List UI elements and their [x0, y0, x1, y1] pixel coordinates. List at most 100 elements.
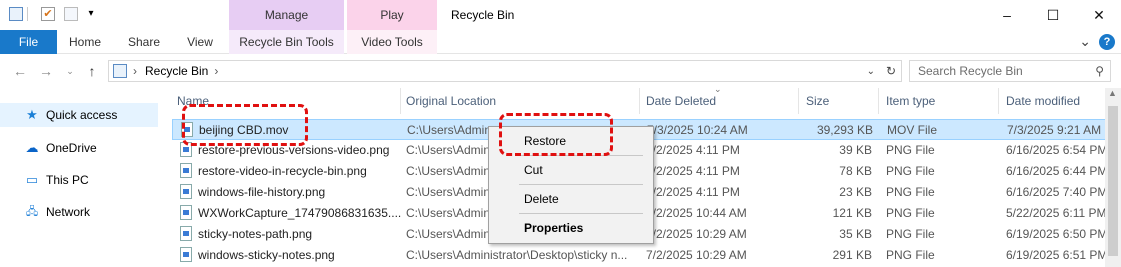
nav-label: Network: [46, 205, 91, 219]
column-header-original-location[interactable]: Original Location: [406, 88, 636, 114]
tab-share[interactable]: Share: [115, 30, 173, 54]
date-deleted: 7/2/2025 4:11 PM: [646, 164, 740, 178]
column-header-size[interactable]: Size: [806, 88, 876, 114]
network-icon: 🖧: [25, 205, 39, 218]
properties-check-icon[interactable]: ✔: [41, 7, 55, 21]
nav-label: This PC: [46, 173, 89, 187]
menu-divider: [519, 213, 643, 214]
sort-indicator-icon: ⌄: [714, 84, 722, 94]
up-arrow-icon[interactable]: ↑: [82, 61, 102, 81]
tab-video-tools[interactable]: Video Tools: [347, 30, 437, 54]
date-deleted: 7/2/2025 4:11 PM: [646, 185, 740, 199]
menu-item-delete[interactable]: Delete: [490, 188, 652, 210]
contextual-tab-manage[interactable]: Manage: [229, 0, 344, 30]
file-name: sticky-notes-path.png: [198, 227, 313, 241]
column-divider[interactable]: [400, 88, 401, 114]
breadcrumb-recycle-bin[interactable]: Recycle Bin: [145, 64, 208, 78]
column-divider[interactable]: [639, 88, 640, 114]
recycle-bin-icon: [9, 7, 23, 21]
file-name: windows-file-history.png: [198, 185, 326, 199]
toolbar-divider: [27, 7, 28, 21]
nav-label: Quick access: [46, 108, 118, 122]
new-folder-icon[interactable]: [64, 7, 78, 21]
file-size: 39,293 KB: [816, 123, 873, 137]
address-row: ← → ⌄ ↑ › Recycle Bin › ⌄ ↻ Search Recyc…: [0, 55, 1121, 87]
nav-label: OneDrive: [46, 141, 97, 155]
breadcrumb-separator: ›: [133, 64, 137, 78]
column-header-item-type[interactable]: Item type: [886, 88, 996, 114]
breadcrumb-separator: ›: [214, 64, 219, 78]
original-location: C:\Users\Admin: [406, 164, 491, 178]
date-deleted: 7/3/2025 10:24 AM: [647, 123, 748, 137]
image-file-icon: [180, 163, 192, 178]
date-modified: 5/22/2025 6:11 PM: [1006, 206, 1106, 220]
highlight-selected-file: [182, 104, 308, 146]
file-size: 35 KB: [839, 227, 872, 241]
nav-item-quick-access[interactable]: ★ Quick access: [0, 103, 158, 127]
file-name: windows-sticky-notes.png: [198, 248, 335, 262]
image-file-icon: [180, 205, 192, 220]
star-icon: ★: [26, 107, 38, 122]
recent-locations-icon[interactable]: ⌄: [60, 61, 80, 81]
vertical-scrollbar[interactable]: ▲: [1105, 88, 1121, 267]
expand-ribbon-icon[interactable]: ⌄: [1079, 33, 1091, 50]
navigation-pane: ★ Quick access ☁ OneDrive ▭ This PC 🖧 Ne…: [0, 92, 158, 267]
tab-file[interactable]: File: [0, 30, 57, 54]
menu-divider: [519, 184, 643, 185]
maximize-button[interactable]: ☐: [1030, 0, 1076, 30]
image-file-icon: [180, 184, 192, 199]
menu-item-properties[interactable]: Properties: [490, 217, 652, 239]
nav-item-onedrive[interactable]: ☁ OneDrive: [0, 136, 158, 160]
forward-arrow-icon[interactable]: →: [36, 61, 56, 81]
customize-toolbar-icon[interactable]: ▾: [84, 7, 98, 21]
image-file-icon: [180, 247, 192, 262]
scrollbar-thumb[interactable]: [1108, 106, 1118, 256]
nav-item-network[interactable]: 🖧 Network: [0, 200, 158, 224]
file-size: 121 KB: [832, 206, 872, 220]
address-dropdown-icon[interactable]: ⌄: [867, 66, 875, 77]
help-icon[interactable]: ?: [1099, 33, 1115, 50]
nav-item-this-pc[interactable]: ▭ This PC: [0, 168, 158, 192]
item-type: PNG File: [886, 164, 935, 178]
date-modified: 6/16/2025 7:40 PM: [1006, 185, 1106, 199]
column-divider[interactable]: [798, 88, 799, 114]
address-bar[interactable]: › Recycle Bin › ⌄ ↻: [108, 60, 902, 82]
date-modified: 6/19/2025 6:50 PM: [1006, 227, 1106, 241]
ribbon-tabs: File Home Share View Recycle Bin Tools V…: [0, 30, 1121, 54]
date-modified: 6/16/2025 6:54 PM: [1006, 143, 1106, 157]
search-input[interactable]: Search Recycle Bin ⚲: [909, 60, 1111, 82]
file-size: 39 KB: [839, 143, 872, 157]
file-name: WXWorkCapture_17479086831635....: [198, 206, 402, 220]
item-type: PNG File: [886, 248, 935, 262]
tab-view[interactable]: View: [175, 30, 225, 54]
close-button[interactable]: ✕: [1076, 0, 1121, 30]
menu-item-cut[interactable]: Cut: [490, 159, 652, 181]
original-location: C:\Users\Administrator\Desktop\sticky n.…: [406, 248, 628, 262]
date-modified: 7/3/2025 9:21 AM: [1007, 123, 1102, 137]
column-divider[interactable]: [998, 88, 999, 114]
column-header-date-modified[interactable]: Date modified: [1006, 88, 1106, 114]
search-placeholder: Search Recycle Bin: [918, 64, 1023, 78]
date-deleted: 7/2/2025 10:44 AM: [646, 206, 747, 220]
back-arrow-icon[interactable]: ←: [10, 61, 30, 81]
original-location: C:\Users\Admin: [406, 227, 491, 241]
file-size: 23 KB: [839, 185, 872, 199]
highlight-restore-option: [499, 113, 613, 156]
tab-recycle-bin-tools[interactable]: Recycle Bin Tools: [229, 30, 344, 54]
recycle-bin-icon: [113, 64, 127, 78]
date-modified: 6/19/2025 6:51 PM: [1006, 248, 1106, 262]
date-deleted: 7/2/2025 10:29 AM: [646, 227, 747, 241]
tab-home[interactable]: Home: [57, 30, 113, 54]
refresh-icon[interactable]: ↻: [886, 64, 896, 78]
scroll-up-icon[interactable]: ▲: [1108, 88, 1117, 98]
table-row[interactable]: windows-sticky-notes.png C:\Users\Admini…: [172, 245, 1107, 266]
original-location: C:\Users\Admin: [406, 206, 491, 220]
title-bar: ✔ ▾ Manage Play Recycle Bin – ☐ ✕: [0, 0, 1121, 30]
contextual-tab-play[interactable]: Play: [347, 0, 437, 30]
minimize-button[interactable]: –: [984, 0, 1030, 30]
item-type: PNG File: [886, 206, 935, 220]
window-title: Recycle Bin: [451, 8, 515, 22]
column-divider[interactable]: [878, 88, 879, 114]
search-icon[interactable]: ⚲: [1095, 64, 1104, 78]
item-type: MOV File: [887, 123, 938, 137]
